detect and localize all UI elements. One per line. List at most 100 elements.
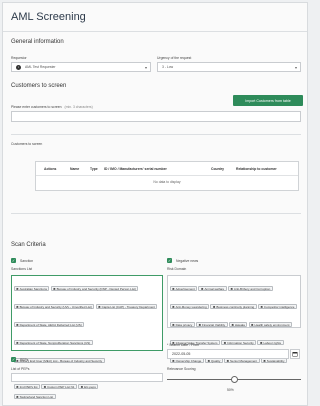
table-header-relationship[interactable]: Relationship to customer	[236, 167, 277, 171]
risk-domain-tag[interactable]: ✖Financial Viability	[195, 321, 228, 327]
requestor-label: Requestor	[11, 56, 27, 60]
pep-tag[interactable]: ✖EU-peps	[78, 383, 99, 389]
x-icon[interactable]: ✖	[198, 323, 201, 327]
check-icon: ✓	[167, 258, 172, 263]
risk-domain-tag[interactable]: ✖Information Security	[221, 339, 257, 345]
x-icon[interactable]: ✖	[207, 359, 210, 363]
requestor-value: AML Test Requester	[25, 65, 56, 69]
x-icon[interactable]: ✖	[16, 287, 19, 291]
x-icon[interactable]: ✖	[231, 323, 234, 327]
relevance-value: 50%	[227, 388, 234, 392]
x-icon[interactable]: ✖	[172, 287, 175, 291]
sanctions-list-label: Sanctions List	[11, 267, 33, 271]
x-icon[interactable]: ✖	[260, 341, 263, 345]
table-header-id[interactable]: ID / IMO / Manufacturers' serial number	[104, 167, 167, 171]
risk-domain-tag-label: Ownership Change	[175, 359, 202, 363]
sanction-tag[interactable]: ✖Department of State, Nonproliferation S…	[13, 339, 93, 345]
requestor-select[interactable]: i AML Test Requester ▾	[11, 62, 151, 72]
risk-domain-tag[interactable]: ✖Competitor intelligence	[257, 303, 297, 309]
sanction-tag-label: Australian Sanctions	[19, 287, 47, 291]
risk-domain-label: Risk Domain	[167, 267, 187, 271]
risk-domain-tag[interactable]: ✖Anti-Money Laundering	[169, 303, 210, 309]
list-of-peps-label: List of PEPs	[11, 367, 30, 371]
check-icon: ✓	[11, 357, 16, 362]
sanction-tag[interactable]: ✖Bureau of Industry and Security (UVL - …	[13, 303, 95, 309]
x-icon[interactable]: ✖	[260, 305, 263, 309]
sanction-tag-label: Bureau of Industry and Security (DNP - D…	[56, 287, 136, 291]
risk-domain-tag-label: Senior Management	[230, 359, 258, 363]
x-icon[interactable]: ✖	[16, 323, 19, 327]
risk-domain-tag[interactable]: ✖Labour rights	[257, 339, 284, 345]
x-icon[interactable]: ✖	[213, 305, 216, 309]
pep-tag-label: EU-peps	[84, 385, 96, 389]
risk-domain-select[interactable]: ✖Advertisement ✖Animal welfare ✖Anti-Bribe…	[167, 275, 301, 363]
x-icon[interactable]: ✖	[98, 305, 101, 309]
table-empty-text: No data to display	[153, 180, 181, 184]
x-icon[interactable]: ✖	[172, 305, 175, 309]
check-icon: ✓	[11, 258, 16, 263]
form-content: General information Requestor i AML Test…	[11, 39, 303, 405]
x-icon[interactable]: ✖	[81, 385, 84, 389]
sanction-tag[interactable]: ✖Switzerland Sanction List	[13, 393, 56, 399]
risk-domain-tag[interactable]: ✖Data privacy	[169, 321, 195, 327]
sanction-tag[interactable]: ✖Australian Sanctions	[13, 285, 50, 291]
aml-screening-page: AML Screening General information Reques…	[2, 2, 308, 406]
x-icon[interactable]: ✖	[53, 287, 56, 291]
peps-label: PEPs	[20, 357, 29, 362]
risk-domain-tag-label: Animal welfare	[204, 287, 225, 291]
chevron-down-icon: ▾	[144, 65, 147, 70]
x-icon[interactable]: ✖	[227, 359, 230, 363]
x-icon[interactable]: ✖	[16, 341, 19, 345]
sanction-label: Sanction	[20, 258, 34, 263]
sanction-tag-label: Switzerland Sanction List	[19, 395, 54, 399]
table-header-type[interactable]: Type	[90, 167, 98, 171]
sanction-tag-label: Capta List (CAP) - Treasury Department	[101, 305, 155, 309]
import-customers-button[interactable]: Import Customers from table	[233, 95, 303, 106]
x-icon[interactable]: ✖	[224, 341, 227, 345]
divider	[11, 213, 301, 214]
table-header-country[interactable]: Country	[211, 167, 224, 171]
general-info-heading: General information	[11, 39, 64, 45]
risk-domain-tag[interactable]: ✖Animal welfare	[198, 285, 227, 291]
risk-domain-tag-label: Labour rights	[263, 341, 282, 345]
x-icon[interactable]: ✖	[16, 385, 19, 389]
risk-domain-tag[interactable]: ✖Business continuity planning	[210, 303, 257, 309]
peps-list-select[interactable]: ✖2nd PEPs list ✖Custom PEP List N1 ✖EU-pep…	[11, 373, 163, 389]
sanction-tag[interactable]: ✖Capta List (CAP) - Treasury Department	[95, 303, 158, 309]
sanction-tag-label: Department of State, Nonproliferation Sa…	[19, 341, 91, 345]
x-icon[interactable]: ✖	[44, 385, 47, 389]
sanction-tag[interactable]: ✖Department of State, AECA Debarred List…	[13, 321, 85, 327]
search-date-value: 2022-05-05	[172, 352, 191, 356]
sanction-checkbox[interactable]: ✓ Sanction	[11, 258, 33, 263]
risk-domain-tag-label: Anti-Bribery and Corruption	[233, 287, 271, 291]
table-header-actions[interactable]: Actions	[44, 167, 56, 171]
x-icon[interactable]: ✖	[172, 323, 175, 327]
x-icon[interactable]: ✖	[16, 305, 19, 309]
urgency-select[interactable]: 3 - Low ▾	[157, 62, 301, 72]
risk-domain-tag-label: Sustainability	[266, 359, 285, 363]
relevance-slider-thumb[interactable]	[230, 376, 238, 383]
pep-tag[interactable]: ✖2nd PEPs list	[13, 383, 40, 389]
calendar-button[interactable]	[290, 349, 300, 359]
customers-heading: Customers to screen	[11, 83, 67, 89]
x-icon[interactable]: ✖	[251, 323, 254, 327]
sanction-tag[interactable]: ✖Bureau of Industry and Security (DNP - …	[50, 285, 139, 291]
sanctions-list-select[interactable]: ✖Australian Sanctions ✖Bureau of Industry…	[11, 275, 163, 399]
risk-domain-tag[interactable]: ✖Hawala	[228, 321, 248, 327]
x-icon[interactable]: ✖	[172, 359, 175, 363]
table-header-name[interactable]: Name	[70, 167, 79, 171]
peps-checkbox[interactable]: ✓ PEPs	[11, 357, 28, 362]
risk-domain-tag[interactable]: ✖Anti-Bribery and Corruption	[227, 285, 273, 291]
x-icon[interactable]: ✖	[16, 395, 19, 399]
negative-news-label: Negative news	[176, 258, 199, 263]
x-icon[interactable]: ✖	[263, 359, 266, 363]
pep-tag[interactable]: ✖Custom PEP List N1	[41, 383, 77, 389]
risk-domain-tag[interactable]: ✖Health safety environment	[248, 321, 292, 327]
risk-domain-tag[interactable]: ✖Advertisement	[169, 285, 198, 291]
negative-news-checkbox[interactable]: ✓ Negative news	[167, 258, 198, 263]
customer-search-input[interactable]	[11, 111, 301, 122]
x-icon[interactable]: ✖	[230, 287, 233, 291]
sanction-tag-label: Bureau of Industry and Security (UVL - U…	[19, 305, 92, 309]
search-date-input[interactable]: 2022-05-05	[167, 349, 289, 359]
x-icon[interactable]: ✖	[201, 287, 204, 291]
